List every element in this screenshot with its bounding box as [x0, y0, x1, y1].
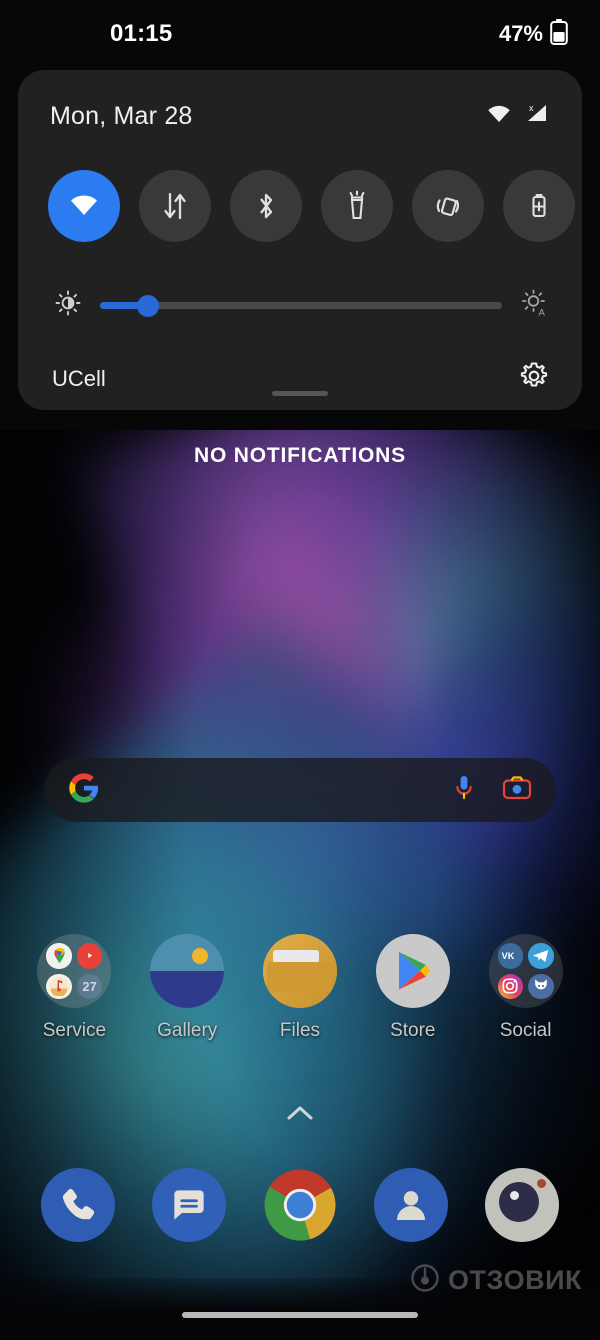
- telegram-icon: [528, 943, 554, 969]
- quick-settings-panel[interactable]: Mon, Mar 28 x A UCell: [18, 70, 582, 410]
- app-service-folder[interactable]: 27 Service: [26, 934, 122, 1042]
- battery-percent-label: 47%: [498, 21, 543, 46]
- dock: [0, 1168, 600, 1242]
- status-bar-right: 47%: [498, 18, 568, 50]
- cat-icon: [528, 973, 554, 999]
- quick-settings-header: Mon, Mar 28 x: [50, 102, 550, 131]
- google-lens-camera-icon[interactable]: [502, 775, 532, 806]
- app-files[interactable]: Files: [252, 934, 348, 1042]
- qs-tile-mobile-data[interactable]: [139, 170, 211, 242]
- contacts-icon[interactable]: [374, 1168, 449, 1242]
- qs-tile-wifi[interactable]: [48, 170, 120, 242]
- camera-icon[interactable]: [485, 1168, 560, 1242]
- home-app-row: 27 Service Gallery Files Store VK Social: [0, 934, 600, 1042]
- watermark: ОТЗОВИК: [410, 1263, 582, 1298]
- watermark-text: ОТЗОВИК: [448, 1265, 582, 1295]
- brightness-slider-thumb[interactable]: [137, 294, 160, 317]
- home-gesture-bar[interactable]: [182, 1312, 418, 1318]
- qs-tile-battery-saver[interactable]: [503, 170, 575, 242]
- phone-screen: 01:15 47% Mon, Mar 28 x A UCell NO NOTIF…: [0, 0, 600, 1340]
- instagram-icon: [497, 973, 524, 999]
- app-label-gallery: Gallery: [157, 1020, 218, 1041]
- qs-tile-auto-rotate[interactable]: [412, 170, 484, 242]
- brightness-slider-row[interactable]: A: [54, 288, 550, 323]
- google-search-bar[interactable]: [44, 758, 556, 822]
- search-input[interactable]: [100, 779, 452, 801]
- quick-settings-tiles: [48, 170, 575, 242]
- app-label-service: Service: [42, 1020, 107, 1041]
- app-gallery[interactable]: Gallery: [139, 934, 235, 1042]
- otzovik-logo-icon: [410, 1263, 440, 1298]
- svg-text:VK: VK: [502, 951, 515, 961]
- app-label-files: Files: [279, 1020, 321, 1041]
- app-label-social: Social: [499, 1020, 552, 1041]
- gear-icon[interactable]: [518, 360, 550, 397]
- search-actions: [452, 773, 532, 808]
- gallery-icon[interactable]: [150, 934, 225, 1008]
- app-store[interactable]: Store: [365, 934, 461, 1042]
- wifi-icon: [486, 104, 512, 129]
- carrier-label: UCell: [52, 365, 106, 391]
- quick-settings-status-icons: x: [486, 102, 550, 131]
- chevron-up-icon[interactable]: [283, 1102, 317, 1129]
- music-icon: [46, 973, 72, 999]
- qs-tile-bluetooth[interactable]: [230, 170, 302, 242]
- folder-badge-count: 27: [76, 973, 103, 999]
- battery-icon: [550, 18, 568, 50]
- quick-settings-drag-handle[interactable]: [272, 391, 328, 396]
- google-g-icon: [68, 772, 100, 809]
- messages-icon[interactable]: [151, 1168, 226, 1242]
- vk-icon: VK: [497, 943, 524, 969]
- quick-settings-date: Mon, Mar 28: [50, 102, 193, 130]
- app-label-store: Store: [390, 1020, 436, 1041]
- microphone-icon[interactable]: [452, 773, 476, 808]
- files-folder-icon[interactable]: [262, 934, 337, 1008]
- brightness-auto-icon[interactable]: A: [520, 288, 550, 323]
- play-store-icon[interactable]: [375, 934, 450, 1008]
- svg-text:x: x: [529, 103, 534, 113]
- qs-tile-flashlight[interactable]: [321, 170, 393, 242]
- folder-social-icon[interactable]: VK: [488, 934, 563, 1008]
- youtube-icon: [76, 943, 103, 969]
- chrome-icon[interactable]: [263, 1168, 337, 1242]
- svg-text:A: A: [539, 308, 546, 319]
- status-bar: 01:15 47%: [0, 0, 600, 68]
- cellular-no-service-icon: x: [522, 102, 550, 131]
- brightness-low-icon: [54, 289, 82, 322]
- badge-count-label: 27: [82, 978, 97, 994]
- brightness-slider-track[interactable]: [100, 294, 502, 317]
- folder-service-icon[interactable]: 27: [37, 934, 112, 1008]
- phone-icon[interactable]: [40, 1168, 115, 1242]
- maps-icon: [46, 943, 72, 969]
- app-social-folder[interactable]: VK Social: [478, 934, 574, 1042]
- no-notifications-label: NO NOTIFICATIONS: [194, 444, 406, 467]
- status-time: 01:15: [110, 20, 173, 47]
